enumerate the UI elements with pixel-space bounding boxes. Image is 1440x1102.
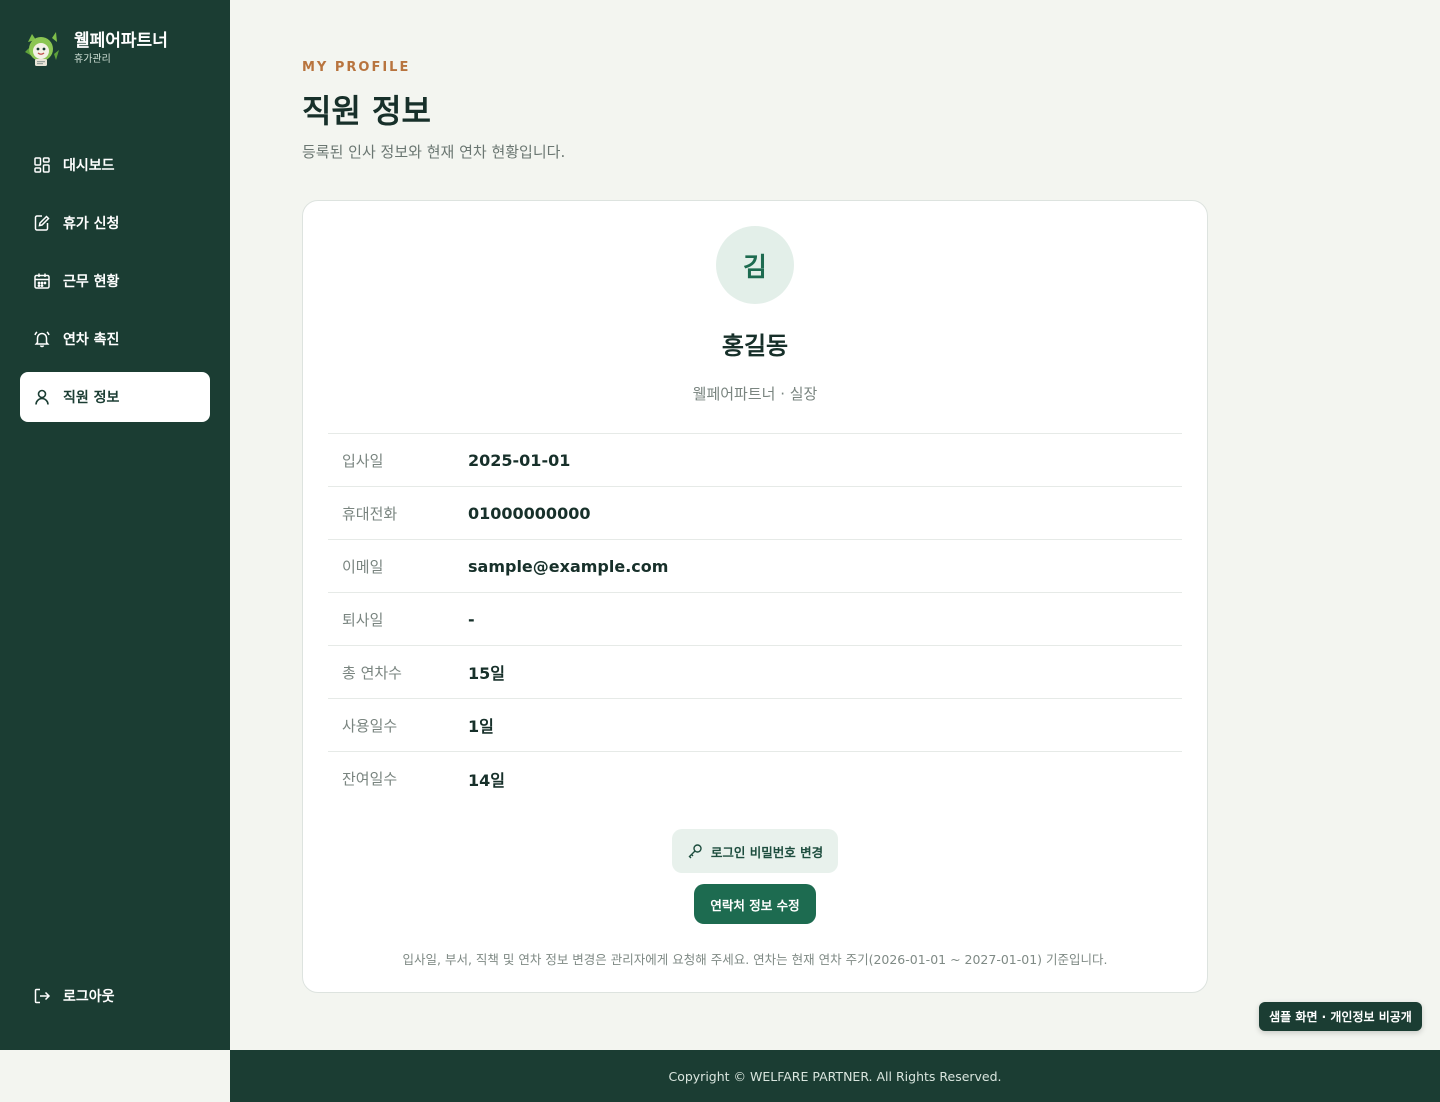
sidebar-item-label: 휴가 신청: [63, 216, 120, 232]
info-label: 휴대전화: [342, 504, 398, 523]
main-content: MY PROFILE 직원 정보 등록된 인사 정보와 현재 연차 현황입니다.…: [230, 0, 1440, 1050]
sidebar-item-label: 근무 현황: [63, 274, 120, 290]
info-row-total-leave: 총 연차수 15일: [328, 646, 1182, 699]
info-value: 1일: [468, 717, 494, 736]
logout-button[interactable]: 로그아웃: [33, 986, 115, 1006]
calendar-icon: [33, 272, 51, 290]
sidebar-item-leave-promotion[interactable]: 연차 촉진: [20, 314, 210, 364]
sidebar-item-label: 직원 정보: [63, 390, 120, 406]
info-label: 총 연차수: [342, 663, 402, 682]
sidebar-nav: 대시보드 휴가 신청 근무 현황 연차 촉진 직원 정보: [20, 140, 210, 430]
employee-name: 홍길동: [721, 332, 789, 360]
change-password-button[interactable]: 로그인 비밀번호 변경: [672, 829, 838, 873]
bell-icon: [33, 330, 51, 348]
page-eyebrow: MY PROFILE: [302, 60, 411, 75]
info-label: 사용일수: [342, 716, 398, 735]
sidebar-item-employee-info[interactable]: 직원 정보: [20, 372, 210, 422]
info-row-hire-date: 입사일 2025-01-01: [328, 434, 1182, 487]
avatar: 김: [716, 226, 794, 304]
info-value: 15일: [468, 664, 505, 683]
logout-icon: [33, 987, 51, 1005]
dashboard-icon: [33, 156, 51, 174]
sidebar-item-work-status[interactable]: 근무 현황: [20, 256, 210, 306]
brand[interactable]: 웰페어파트너 휴가관리: [22, 28, 168, 68]
copyright-text: Copyright © WELFARE PARTNER. All Rights …: [668, 1068, 1002, 1084]
key-icon: [687, 843, 703, 859]
info-row-resign-date: 퇴사일 -: [328, 593, 1182, 646]
info-value: -: [468, 609, 475, 629]
sidebar-item-label: 연차 촉진: [63, 332, 120, 348]
profile-card: 김 홍길동 웰페어파트너 · 실장 입사일 2025-01-01 휴대전화 01…: [302, 200, 1208, 993]
brand-title: 웰페어파트너: [74, 30, 168, 51]
info-label: 입사일: [342, 451, 384, 470]
info-value: 14일: [468, 770, 505, 790]
edit-document-icon: [33, 214, 51, 232]
change-password-label: 로그인 비밀번호 변경: [710, 844, 824, 860]
logout-label: 로그아웃: [63, 989, 115, 1005]
sample-badge: 샘플 화면 · 개인정보 비공개: [1259, 1002, 1422, 1031]
info-value: 2025-01-01: [468, 450, 571, 470]
info-value: 01000000000: [468, 503, 591, 523]
sidebar-item-label: 대시보드: [63, 158, 115, 174]
user-icon: [33, 388, 51, 406]
brand-subtitle: 휴가관리: [74, 53, 111, 65]
brand-logo-icon: [22, 28, 60, 68]
info-label: 잔여일수: [342, 770, 398, 788]
info-label: 이메일: [342, 557, 384, 576]
sidebar-item-leave-request[interactable]: 휴가 신청: [20, 198, 210, 248]
employee-organization: 웰페어파트너 · 실장: [692, 385, 818, 403]
page-description: 등록된 인사 정보와 현재 연차 현황입니다.: [302, 143, 566, 161]
info-table: 입사일 2025-01-01 휴대전화 01000000000 이메일 samp…: [328, 433, 1182, 805]
sidebar-item-dashboard[interactable]: 대시보드: [20, 140, 210, 190]
info-label: 퇴사일: [342, 610, 384, 629]
edit-contact-button[interactable]: 연락처 정보 수정: [694, 884, 816, 924]
footer: Copyright © WELFARE PARTNER. All Rights …: [230, 1050, 1440, 1102]
page-title: 직원 정보: [302, 92, 431, 130]
info-row-remaining-days: 잔여일수 14일: [328, 752, 1182, 805]
info-row-used-days: 사용일수 1일: [328, 699, 1182, 752]
info-value: sample@example.com: [468, 556, 669, 576]
info-row-email: 이메일 sample@example.com: [328, 540, 1182, 593]
sidebar: 웰페어파트너 휴가관리 대시보드 휴가 신청 근무 현황 연차 촉진 직원 정보…: [0, 0, 230, 1050]
info-row-mobile: 휴대전화 01000000000: [328, 487, 1182, 540]
notice-text: 입사일, 부서, 직책 및 연차 정보 변경은 관리자에게 요청해 주세요. 연…: [402, 952, 1108, 967]
edit-contact-label: 연락처 정보 수정: [710, 897, 800, 913]
